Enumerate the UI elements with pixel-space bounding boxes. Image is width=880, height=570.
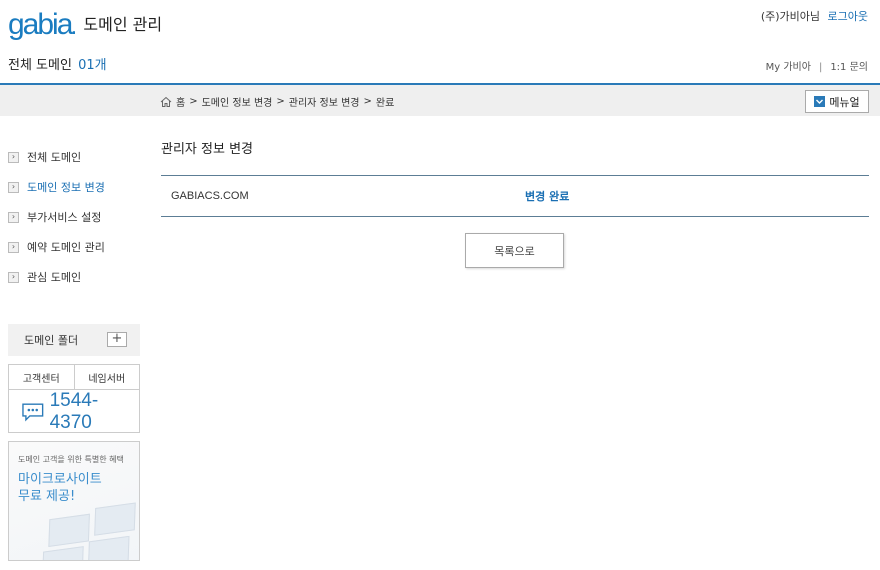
logo-dot: .	[70, 15, 78, 40]
status-text: 변경 완료	[525, 190, 570, 203]
sidebar-item-label: 전체 도메인	[27, 151, 82, 164]
add-folder-button[interactable]: +	[107, 332, 127, 347]
sidebar-item-label: 부가서비스 설정	[27, 211, 102, 224]
breadcrumb: 홈 > 도메인 정보 변경 > 관리자 정보 변경 > 완료	[160, 94, 394, 109]
gabia-logo[interactable]: gabia. 도메인 관리	[8, 8, 162, 42]
page-title: 관리자 정보 변경	[161, 142, 253, 157]
customer-service-box: 고객센터 네임서버 1544-4370	[8, 364, 140, 433]
inquiry-link[interactable]: 1:1 문의	[830, 62, 868, 73]
user-name: (주)가비아님	[760, 10, 821, 23]
domain-name: GABIACS.COM	[171, 190, 249, 202]
breadcrumb-separator: >	[276, 96, 285, 107]
logout-link[interactable]: 로그아웃	[828, 10, 868, 23]
promo-subtitle: 도메인 고객을 위한 특별한 혜택	[18, 455, 124, 464]
manual-button[interactable]: 메뉴얼	[805, 90, 869, 113]
cs-phone: 1544-4370	[9, 390, 139, 433]
domain-folder-label: 도메인 폴더	[24, 334, 79, 347]
logo-wordmark: gabia	[8, 8, 73, 41]
cs-tabs: 고객센터 네임서버	[9, 365, 139, 390]
sidebar-item-watched-domains[interactable]: › 관심 도메인	[8, 262, 140, 292]
breadcrumb-domain-info[interactable]: 도메인 정보 변경	[202, 94, 273, 109]
breadcrumb-bar: 홈 > 도메인 정보 변경 > 관리자 정보 변경 > 완료 메뉴얼	[0, 83, 880, 116]
user-info: (주)가비아님 로그아웃	[761, 8, 868, 24]
sidebar-item-reserved-domains[interactable]: › 예약 도메인 관리	[8, 232, 140, 262]
chevron-right-icon: ›	[8, 151, 19, 163]
sidebar-item-label: 관심 도메인	[27, 271, 82, 284]
sidebar-item-label: 도메인 정보 변경	[27, 181, 105, 194]
domain-folder-panel: 도메인 폴더 +	[8, 324, 140, 356]
domain-count-label: 전체 도메인	[8, 58, 72, 73]
chat-bubble-icon	[22, 402, 44, 422]
tab-nameserver[interactable]: 네임서버	[73, 365, 140, 389]
back-to-list-button[interactable]: 목록으로	[465, 233, 564, 268]
domain-count-value: 01개	[78, 58, 107, 73]
sidebar-item-addon-settings[interactable]: › 부가서비스 설정	[8, 202, 140, 232]
microsite-promo-banner[interactable]: 도메인 고객을 위한 특별한 혜택 마이크로사이트 무료 제공!	[8, 441, 140, 561]
phone-number: 1544-4370	[49, 389, 99, 433]
domain-count: 전체 도메인 01개	[8, 54, 107, 73]
manual-button-label: 메뉴얼	[829, 95, 860, 109]
breadcrumb-complete: 완료	[375, 98, 395, 109]
chevron-right-icon: ›	[8, 211, 19, 223]
app-title: 도메인 관리	[83, 15, 163, 34]
my-gabia-link[interactable]: My 가비아	[766, 62, 811, 73]
breadcrumb-separator: >	[189, 96, 198, 107]
chevron-right-icon: ›	[8, 241, 19, 253]
breadcrumb-admin-info[interactable]: 관리자 정보 변경	[289, 94, 360, 109]
home-icon[interactable]	[160, 96, 172, 108]
sidebar-item-all-domains[interactable]: › 전체 도메인	[8, 142, 140, 172]
breadcrumb-separator: >	[363, 96, 372, 107]
sidebar-item-domain-info-change[interactable]: › 도메인 정보 변경	[8, 172, 140, 202]
chevron-right-icon: ›	[8, 271, 19, 283]
sidebar-item-label: 예약 도메인 관리	[27, 241, 105, 254]
tab-customer-center[interactable]: 고객센터	[9, 365, 74, 389]
breadcrumb-home[interactable]: 홈	[176, 94, 185, 109]
top-links: My 가비아 | 1:1 문의	[766, 58, 868, 73]
chevron-right-icon: ›	[8, 181, 19, 193]
result-table-row: GABIACS.COM 변경 완료	[161, 175, 869, 217]
sidebar-nav: › 전체 도메인 › 도메인 정보 변경 › 부가서비스 설정 › 예약 도메인…	[8, 142, 140, 292]
chevron-down-icon	[814, 96, 826, 107]
link-separator: |	[818, 62, 823, 73]
promo-headline-line1: 마이크로사이트	[18, 472, 102, 487]
